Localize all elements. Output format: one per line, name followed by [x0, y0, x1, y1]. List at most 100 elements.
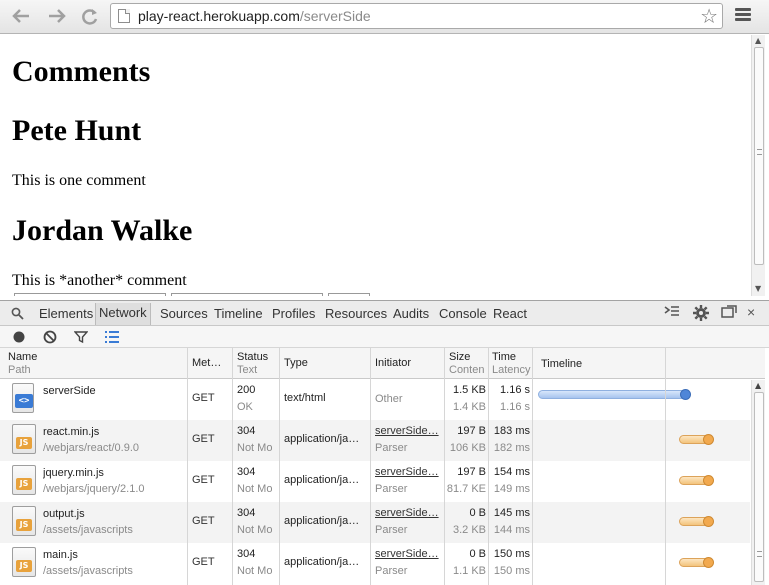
- clear-icon[interactable]: [43, 330, 57, 344]
- initiator-link[interactable]: serverSide…: [375, 505, 441, 522]
- column-name[interactable]: Name Path: [8, 351, 37, 377]
- column-type[interactable]: Type: [284, 357, 308, 370]
- request-type: application/ja…: [284, 474, 360, 486]
- tab-network[interactable]: Network: [95, 303, 151, 325]
- column-divider[interactable]: [665, 348, 666, 585]
- column-status[interactable]: Status Text: [237, 351, 268, 377]
- initiator-link[interactable]: serverSide…: [375, 423, 441, 440]
- request-latency: 144 ms: [493, 524, 530, 536]
- grid-header: Name Path Met… Status Text Type Initiator …: [0, 348, 765, 379]
- request-name: react.min.js: [43, 426, 100, 438]
- timeline-bar[interactable]: [679, 475, 714, 486]
- scrollbar-thumb[interactable]: [754, 392, 764, 582]
- tab-timeline[interactable]: Timeline: [214, 306, 263, 321]
- timeline-bar[interactable]: [679, 516, 714, 527]
- scrollbar-thumb[interactable]: [754, 47, 764, 265]
- request-initiator: Other: [375, 393, 403, 405]
- request-status: 200: [237, 384, 256, 396]
- url-text[interactable]: play-react.herokuapp.com/serverSide: [138, 8, 371, 24]
- record-icon[interactable]: [12, 330, 26, 344]
- column-initiator[interactable]: Initiator: [375, 357, 411, 370]
- scroll-up-arrow-icon[interactable]: ▲: [755, 381, 761, 390]
- reload-icon[interactable]: [77, 5, 103, 27]
- request-size: 0 B: [469, 548, 486, 560]
- request-size: 1.5 KB: [452, 384, 486, 396]
- forward-arrow-icon[interactable]: [44, 5, 70, 27]
- request-status: 304: [237, 548, 256, 560]
- request-size: 197 B: [457, 466, 486, 478]
- request-initiator-type: Parser: [375, 565, 408, 577]
- tab-resources[interactable]: Resources: [325, 306, 387, 321]
- column-divider[interactable]: [532, 348, 533, 585]
- devtools-tab-bar: Elements Network Sources Timeline Profil…: [0, 300, 769, 326]
- tab-react[interactable]: React: [493, 306, 527, 321]
- request-initiator-type: Parser: [375, 524, 408, 536]
- tab-elements[interactable]: Elements: [39, 306, 93, 321]
- request-method: GET: [192, 556, 215, 568]
- dock-icon[interactable]: [721, 305, 737, 322]
- page-scrollbar[interactable]: ▲ ▼: [751, 35, 765, 296]
- grid-scrollbar[interactable]: ▲: [751, 380, 765, 585]
- tab-sources[interactable]: Sources: [160, 306, 208, 321]
- request-size: 197 B: [457, 425, 486, 437]
- scroll-up-arrow-icon[interactable]: ▲: [755, 36, 761, 45]
- star-icon[interactable]: ☆: [700, 4, 718, 28]
- search-icon[interactable]: [11, 307, 24, 320]
- table-row[interactable]: JS jquery.min.js/webjars/jquery/2.1.0 GE…: [0, 461, 750, 502]
- column-divider[interactable]: [187, 348, 188, 585]
- close-icon[interactable]: ×: [747, 304, 755, 320]
- column-divider[interactable]: [488, 348, 489, 585]
- column-divider[interactable]: [232, 348, 233, 585]
- comment-text: This is *another* comment: [12, 272, 187, 289]
- author-input[interactable]: [14, 293, 166, 296]
- request-type: application/ja…: [284, 515, 360, 527]
- column-method[interactable]: Met…: [192, 357, 221, 370]
- request-status-text: Not Mo: [237, 483, 273, 495]
- request-latency: 182 ms: [493, 442, 530, 454]
- gear-icon[interactable]: [692, 304, 710, 325]
- column-time[interactable]: Time Latency: [492, 351, 531, 377]
- request-status-text: Not Mo: [237, 565, 273, 577]
- large-rows-icon[interactable]: [104, 330, 120, 344]
- request-latency: 150 ms: [493, 565, 530, 577]
- network-request-grid: Name Path Met… Status Text Type Initiator …: [0, 348, 765, 585]
- request-content-size: 1.1 KB: [452, 565, 486, 577]
- tab-console[interactable]: Console: [439, 306, 487, 321]
- request-status-text: Not Mo: [237, 442, 273, 454]
- table-row[interactable]: JS output.js/assets/javascripts GET 304 N…: [0, 502, 750, 543]
- request-method: GET: [192, 392, 215, 404]
- table-row[interactable]: JS react.min.js/webjars/react/0.9.0 GET …: [0, 420, 750, 461]
- tab-profiles[interactable]: Profiles: [272, 306, 315, 321]
- comment-input[interactable]: [171, 293, 323, 296]
- initiator-link[interactable]: serverSide…: [375, 546, 441, 563]
- back-arrow-icon[interactable]: [8, 5, 34, 27]
- column-divider[interactable]: [370, 348, 371, 585]
- post-button[interactable]: [328, 293, 370, 296]
- request-status: 304: [237, 425, 256, 437]
- column-divider[interactable]: [279, 348, 280, 585]
- timeline-bar[interactable]: [679, 434, 714, 445]
- column-size[interactable]: Size Conten: [449, 351, 484, 377]
- table-row[interactable]: JS main.js/assets/javascripts GET 304 Not…: [0, 543, 750, 584]
- request-initiator-type: Parser: [375, 483, 408, 495]
- timeline-bar[interactable]: [538, 389, 691, 400]
- browser-toolbar: play-react.herokuapp.com/serverSide ☆: [0, 0, 769, 34]
- request-type: text/html: [284, 392, 326, 404]
- request-type: application/ja…: [284, 433, 360, 445]
- column-divider[interactable]: [444, 348, 445, 585]
- scroll-down-arrow-icon[interactable]: ▼: [755, 284, 761, 293]
- table-row[interactable]: <> serverSide GET 200 OK text/html Other …: [0, 379, 750, 420]
- initiator-link[interactable]: serverSide…: [375, 464, 441, 481]
- request-latency: 149 ms: [493, 483, 530, 495]
- request-latency: 1.16 s: [500, 401, 530, 413]
- tab-audits[interactable]: Audits: [393, 306, 429, 321]
- console-drawer-icon[interactable]: [664, 305, 680, 322]
- hamburger-menu-icon[interactable]: [735, 8, 751, 24]
- javascript-file-icon: JS: [12, 506, 36, 536]
- filter-icon[interactable]: [74, 330, 88, 344]
- column-timeline[interactable]: Timeline: [541, 358, 582, 371]
- address-bar[interactable]: play-react.herokuapp.com/serverSide ☆: [110, 3, 723, 29]
- request-method: GET: [192, 433, 215, 445]
- request-time: 1.16 s: [500, 384, 530, 396]
- timeline-bar[interactable]: [679, 557, 714, 568]
